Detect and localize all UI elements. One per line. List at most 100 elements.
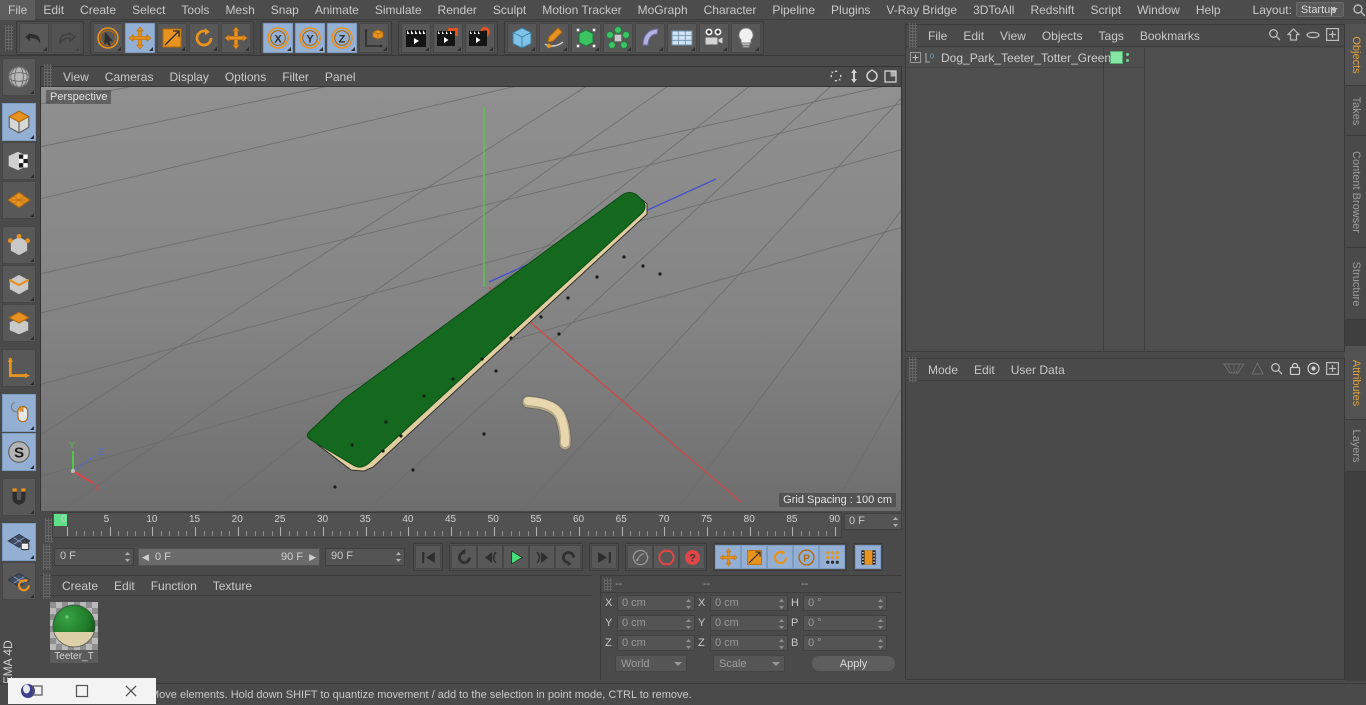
rotate-tool[interactable] <box>189 22 219 53</box>
menu-item-select[interactable]: Select <box>124 0 173 20</box>
record-active-objects-button[interactable] <box>627 545 653 569</box>
stepper-icon[interactable] <box>124 551 131 563</box>
coordinate-mode-select[interactable]: Scale <box>713 654 785 672</box>
layout-select[interactable]: Startup <box>1295 2 1344 17</box>
add-camera-button[interactable] <box>699 22 729 53</box>
menu-item-tools[interactable]: Tools <box>173 0 217 20</box>
viewport-canvas[interactable]: Perspective Grid Spacing : 100 cm Y Z X <box>41 87 901 511</box>
maximize-view-icon[interactable] <box>884 69 897 83</box>
flyout-corner-icon[interactable] <box>30 336 34 340</box>
rotate-view-icon[interactable] <box>865 69 879 83</box>
flyout-corner-icon[interactable] <box>30 426 34 430</box>
menu-item-mesh[interactable]: Mesh <box>217 0 262 20</box>
maximize-icon[interactable] <box>57 678 106 704</box>
render-settings-button[interactable] <box>465 22 495 53</box>
flyout-corner-icon[interactable] <box>30 90 34 94</box>
flyout-corner-icon[interactable] <box>117 46 121 51</box>
apply-button[interactable]: Apply <box>811 654 896 672</box>
menu-item-sculpt[interactable]: Sculpt <box>485 0 534 20</box>
render-to-picture-viewer-button[interactable] <box>433 22 463 53</box>
tab-attributes[interactable]: Attributes <box>1345 346 1366 420</box>
flyout-corner-icon[interactable] <box>319 46 323 51</box>
enable-snap-button[interactable]: S <box>2 433 36 471</box>
menu-item-pipeline[interactable]: Pipeline <box>764 0 823 20</box>
point-level-animation-button[interactable] <box>819 545 845 569</box>
menu-item-file[interactable]: File <box>0 0 36 20</box>
object-row[interactable]: 0 Dog_Park_Teeter_Totter_Green <box>906 48 1111 68</box>
expand-icon[interactable] <box>1326 362 1339 375</box>
viewport-menu-panel[interactable]: Panel <box>317 67 364 87</box>
preview-range-slider[interactable]: ◀ 0 F 90 F ▶ <box>138 548 320 566</box>
viewport-menu-options[interactable]: Options <box>217 67 274 87</box>
flyout-corner-icon[interactable] <box>351 46 355 51</box>
play-forward-loop-button[interactable] <box>555 545 581 569</box>
material-tag-icon[interactable] <box>1110 51 1123 64</box>
menu-item-mograph[interactable]: MoGraph <box>630 0 696 20</box>
play-backwards-previous-key-button[interactable] <box>451 545 477 569</box>
add-mograph-button[interactable] <box>603 22 633 53</box>
material-manager-grip[interactable] <box>43 572 51 599</box>
size-input[interactable]: 0 cm <box>710 595 788 611</box>
flyout-corner-icon[interactable] <box>30 135 34 139</box>
uv-mesh-mode-button[interactable] <box>2 181 36 219</box>
range-left-arrow-icon[interactable]: ◀ <box>142 552 149 563</box>
tab-structure[interactable]: Structure <box>1345 248 1366 320</box>
lock-z-axis-button[interactable]: Z <box>327 22 357 53</box>
flyout-corner-icon[interactable] <box>659 46 663 51</box>
lock-icon[interactable] <box>1289 362 1301 375</box>
lock-x-axis-button[interactable]: X <box>263 22 293 53</box>
attribute-menu-mode[interactable]: Mode <box>920 360 966 380</box>
menu-item-simulate[interactable]: Simulate <box>367 0 430 20</box>
flyout-corner-icon[interactable] <box>30 297 34 301</box>
search-icon[interactable] <box>1270 362 1283 375</box>
menu-item-character[interactable]: Character <box>696 0 765 20</box>
flyout-corner-icon[interactable] <box>627 46 631 51</box>
attribute-menu-user-data[interactable]: User Data <box>1003 360 1073 380</box>
flyout-corner-icon[interactable] <box>181 46 185 51</box>
flyout-corner-icon[interactable] <box>383 46 387 51</box>
attribute-menu-edit[interactable]: Edit <box>966 360 1003 380</box>
flyout-corner-icon[interactable] <box>30 510 34 514</box>
menu-item-v-ray-bridge[interactable]: V-Ray Bridge <box>878 0 965 20</box>
object-menu-objects[interactable]: Objects <box>1034 26 1091 46</box>
viewport-menu-display[interactable]: Display <box>161 67 216 87</box>
stepper-icon[interactable] <box>685 618 692 630</box>
keyframe-selection-button[interactable]: ? <box>679 545 705 569</box>
viewport-solo-button[interactable] <box>2 394 36 432</box>
stepper-icon[interactable] <box>778 598 785 610</box>
go-to-start-button[interactable] <box>415 545 441 569</box>
flyout-corner-icon[interactable] <box>425 46 429 51</box>
toolbar-grip[interactable] <box>5 24 13 51</box>
expand-plus-icon[interactable] <box>910 52 921 63</box>
material-menu-edit[interactable]: Edit <box>106 576 143 596</box>
step-back-frame-button[interactable] <box>477 545 503 569</box>
flyout-corner-icon[interactable] <box>30 465 34 469</box>
flyout-corner-icon[interactable] <box>30 381 34 385</box>
magnet-tool-button[interactable] <box>2 478 36 516</box>
edges-mode-button[interactable] <box>2 265 36 303</box>
viewport-grip[interactable] <box>44 63 52 90</box>
live-selection-tool[interactable] <box>93 22 123 53</box>
lock-y-axis-button[interactable]: Y <box>295 22 325 53</box>
object-menu-tags[interactable]: Tags <box>1091 26 1132 46</box>
object-menu-view[interactable]: View <box>992 26 1034 46</box>
attribute-manager-grip[interactable] <box>909 356 917 383</box>
stepper-icon[interactable] <box>395 551 402 563</box>
make-editable-button[interactable] <box>2 58 36 96</box>
move-tool[interactable] <box>125 22 155 53</box>
flyout-corner-icon[interactable] <box>531 46 535 51</box>
menu-item-create[interactable]: Create <box>72 0 124 20</box>
flyout-corner-icon[interactable] <box>723 46 727 51</box>
close-icon[interactable] <box>107 678 156 704</box>
viewport-menu-view[interactable]: View <box>55 67 97 87</box>
stepper-icon[interactable] <box>778 618 785 630</box>
grid-perspective-icon[interactable] <box>1223 362 1245 375</box>
home-icon[interactable] <box>1287 28 1300 41</box>
expand-icon[interactable] <box>1326 28 1339 41</box>
go-to-end-button[interactable] <box>591 545 617 569</box>
parameter-key-button[interactable]: P <box>793 545 819 569</box>
flyout-corner-icon[interactable] <box>245 46 249 51</box>
material-menu-texture[interactable]: Texture <box>205 576 260 596</box>
stepper-icon[interactable] <box>877 638 884 650</box>
add-nurbs-button[interactable] <box>571 22 601 53</box>
